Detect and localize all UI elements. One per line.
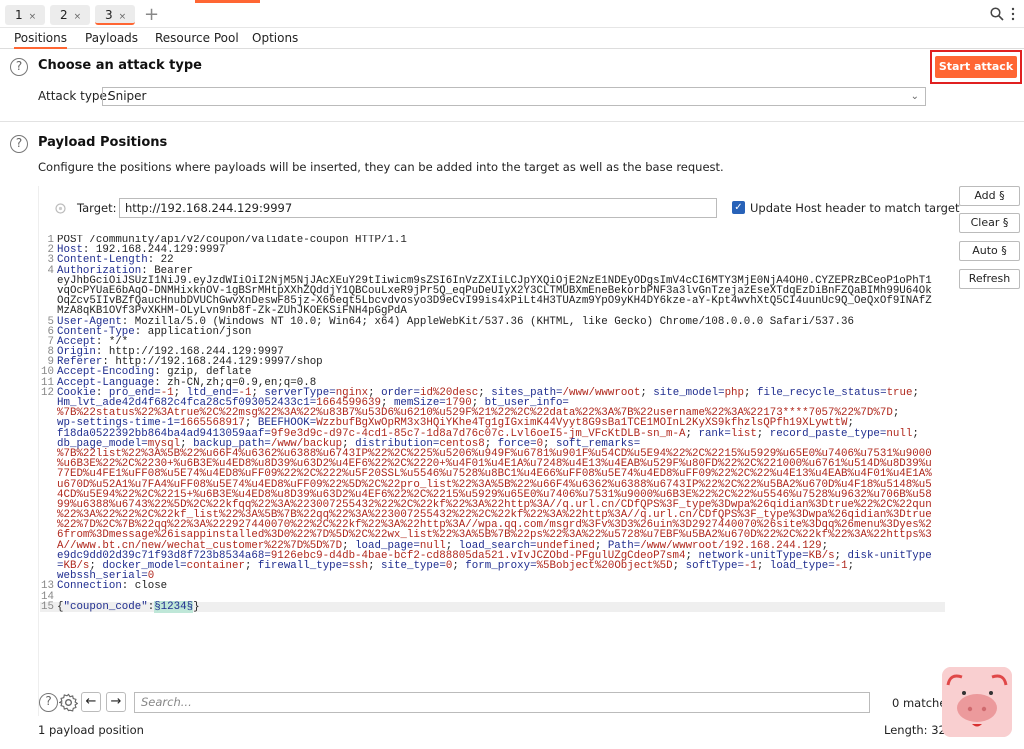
token-name: firewall_type= xyxy=(257,560,349,572)
chevron-down-icon: ⌄ xyxy=(910,91,919,102)
window-tab-bar: 1 × 2 × 3 × + xyxy=(0,0,1024,28)
token-name: form_proxy= xyxy=(465,560,537,572)
gear-icon[interactable] xyxy=(59,693,78,712)
token-value: -1 xyxy=(743,560,757,572)
help-icon[interactable]: ? xyxy=(10,58,28,76)
token-value: list xyxy=(730,427,757,440)
token-name: disk-unitType xyxy=(847,549,932,562)
token-name: "coupon_code" xyxy=(63,600,148,613)
request-line[interactable]: 2 Host: 192.168.244.129:9997 xyxy=(40,245,945,256)
token-value: -1 xyxy=(834,560,848,572)
token-text: ; xyxy=(452,560,466,572)
token-value: /www/wwwroot xyxy=(562,386,641,399)
add-tab-button[interactable]: + xyxy=(144,4,159,25)
token-name: site_type= xyxy=(381,560,446,572)
token-text: ; xyxy=(244,560,258,572)
token-name: record_paste_type= xyxy=(769,427,887,440)
clear-markers-button[interactable]: Clear § xyxy=(959,213,1020,233)
token-value: ssh xyxy=(348,560,369,572)
intruder-tabs: Positions Payloads Resource Pool Options xyxy=(0,28,1024,49)
tab-label: 1 xyxy=(15,8,23,22)
token-value: php xyxy=(724,386,745,399)
line-number: 12 xyxy=(41,386,54,399)
token-name: load_type= xyxy=(769,560,835,572)
token-text: ; xyxy=(756,560,770,572)
previous-match-button[interactable]: ← xyxy=(81,692,101,712)
request-editor[interactable]: 1 POST /community/api/v2/coupon/validate-… xyxy=(40,235,945,690)
section-title: Choose an attack type xyxy=(38,58,202,73)
token-text: : close xyxy=(121,580,168,593)
update-host-label: Update Host header to match target xyxy=(750,201,960,215)
token-name: rank= xyxy=(698,427,731,440)
token-name: Connection xyxy=(57,580,122,593)
auto-markers-button[interactable]: Auto § xyxy=(959,241,1020,261)
token-text: ; xyxy=(847,560,855,572)
request-line[interactable]: 6 Content-Type: application/json xyxy=(40,325,945,338)
token-text: ; xyxy=(912,427,919,440)
token-name: softType= xyxy=(685,560,744,572)
request-line[interactable]: webssh_serial=0 xyxy=(40,571,945,582)
start-attack-button[interactable]: Start attack xyxy=(935,56,1017,78)
token-name: site_model= xyxy=(653,386,725,399)
token-value: true xyxy=(886,386,913,399)
attack-type-value: Sniper xyxy=(108,89,147,103)
tab-options[interactable]: Options xyxy=(252,31,298,45)
help-icon[interactable]: ? xyxy=(10,135,28,153)
search-input[interactable]: Search... xyxy=(134,692,870,713)
tab-label: 3 xyxy=(105,8,113,22)
payload-position-count: 1 payload position xyxy=(38,723,144,737)
token-text: ; xyxy=(685,427,699,440)
target-input[interactable]: http://192.168.244.129:9997 xyxy=(119,198,717,218)
tab-resource-pool[interactable]: Resource Pool xyxy=(155,31,239,45)
window-tab-3[interactable]: 3 × xyxy=(95,5,135,25)
token-value: container xyxy=(186,560,245,572)
token-text: } xyxy=(193,600,200,613)
token-value: %5Bobject%20Object%5D xyxy=(536,560,673,572)
section-title: Payload Positions xyxy=(38,135,168,150)
line-number: 4 xyxy=(47,264,54,277)
attack-type-label: Attack type: xyxy=(38,89,111,103)
active-tool-indicator xyxy=(195,0,260,3)
divider xyxy=(0,121,1024,122)
payload-marker[interactable]: §1234§ xyxy=(154,600,194,613)
help-icon[interactable]: ? xyxy=(39,693,58,712)
token-text: ; xyxy=(640,386,654,399)
token-text: : application/json xyxy=(134,325,252,338)
window-tab-2[interactable]: 2 × xyxy=(50,5,90,25)
token-text: ; xyxy=(672,560,686,572)
pig-sticker-icon xyxy=(942,667,1012,737)
start-attack-highlight: Start attack xyxy=(930,50,1022,84)
add-marker-button[interactable]: Add § xyxy=(959,186,1020,206)
target-settings-icon[interactable] xyxy=(55,203,66,214)
token-name: file_recycle_status= xyxy=(756,386,887,399)
request-line[interactable]: =KB/s; docker_model=container; firewall_… xyxy=(40,560,945,572)
close-icon[interactable]: × xyxy=(29,12,37,22)
close-icon[interactable]: × xyxy=(74,12,82,22)
token-text: ; xyxy=(756,427,770,440)
update-host-checkbox[interactable]: ✓ xyxy=(732,201,745,214)
request-line[interactable]: 15 {"coupon_code":§1234§} xyxy=(40,600,945,613)
token-text: ; xyxy=(892,407,900,420)
attack-type-select[interactable]: Sniper ⌄ xyxy=(102,87,926,106)
refresh-button[interactable]: Refresh xyxy=(959,269,1020,289)
target-label: Target: xyxy=(77,201,117,215)
tab-label: 2 xyxy=(60,8,68,22)
search-icon[interactable] xyxy=(990,7,1004,21)
line-number: 15 xyxy=(41,600,54,613)
next-match-button[interactable]: → xyxy=(106,692,126,712)
close-icon[interactable]: × xyxy=(119,12,127,22)
more-menu-icon[interactable] xyxy=(1010,7,1016,21)
token-text: ; xyxy=(744,386,757,399)
token-text: ; xyxy=(912,386,919,399)
token-text: ; xyxy=(368,560,382,572)
window-tab-1[interactable]: 1 × xyxy=(5,5,45,25)
tab-payloads[interactable]: Payloads xyxy=(85,31,138,45)
token-value: null xyxy=(886,427,913,440)
tab-positions[interactable]: Positions xyxy=(14,31,67,49)
section-description: Configure the positions where payloads w… xyxy=(38,160,724,174)
request-line[interactable]: 13 Connection: close xyxy=(40,580,945,593)
